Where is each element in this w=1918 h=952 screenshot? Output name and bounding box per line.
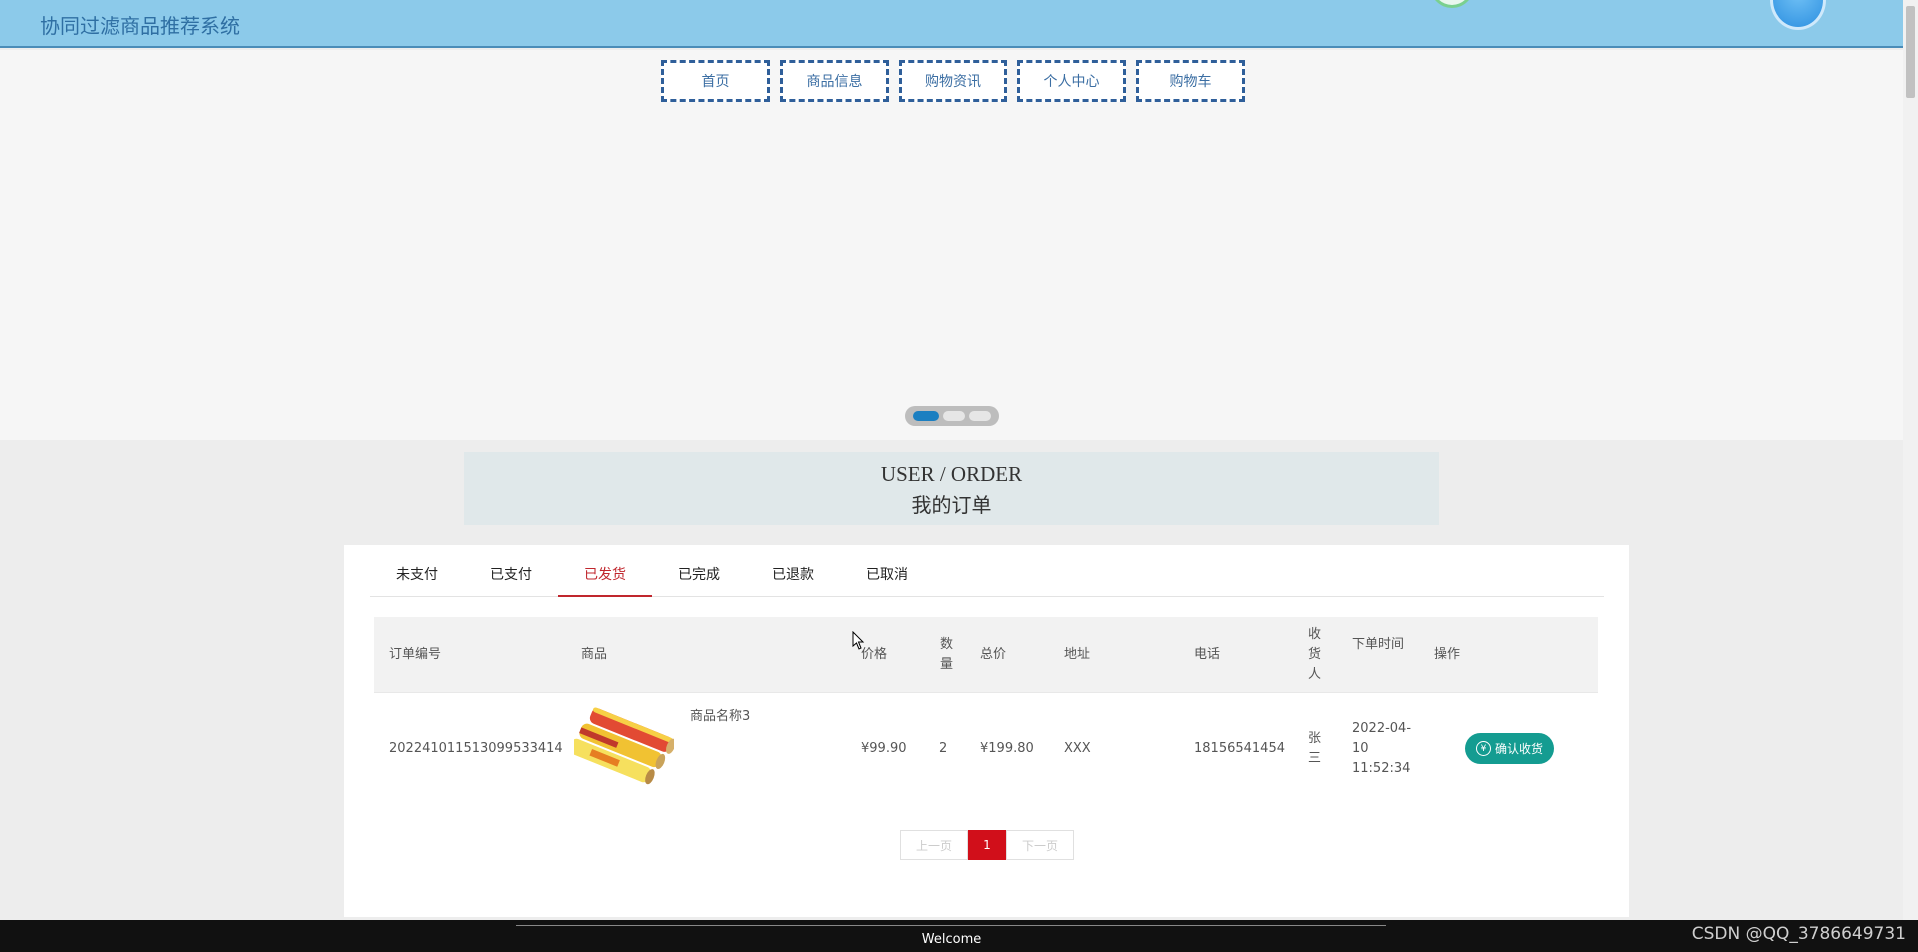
nav-news[interactable]: 购物资讯 bbox=[899, 60, 1007, 102]
total-price: ¥199.80 bbox=[980, 741, 1034, 756]
nav-home[interactable]: 首页 bbox=[661, 60, 770, 102]
carousel-indicators bbox=[905, 406, 999, 426]
footer: Welcome CSDN @QQ_3786649731 bbox=[0, 920, 1918, 952]
nav-personal-center[interactable]: 个人中心 bbox=[1017, 60, 1126, 102]
order-no: 202241011513099533414 bbox=[389, 741, 563, 756]
footer-divider bbox=[516, 925, 1386, 926]
carousel-dot-2[interactable] bbox=[943, 411, 965, 421]
nav-cart[interactable]: 购物车 bbox=[1136, 60, 1245, 102]
product-image[interactable] bbox=[574, 705, 674, 795]
carousel-dot-1[interactable] bbox=[913, 411, 939, 421]
th-product: 商品 bbox=[581, 647, 608, 662]
th-order-no: 订单编号 bbox=[389, 647, 442, 662]
site-title: 协同过滤商品推荐系统 bbox=[40, 14, 240, 38]
th-receiver: 收货人 bbox=[1308, 627, 1322, 682]
tab-paid[interactable]: 已支付 bbox=[464, 545, 558, 597]
order-time: 2022-04-10 11:52:34 bbox=[1352, 721, 1412, 776]
th-qty: 数量 bbox=[940, 637, 954, 672]
user-avatar[interactable] bbox=[1430, 0, 1474, 8]
th-total: 总价 bbox=[980, 647, 1007, 662]
order-status-tabs: 未支付 已支付 已发货 已完成 已退款 已取消 bbox=[370, 545, 1604, 597]
clock-widget: 05:14 bbox=[1770, 0, 1826, 30]
watermark: CSDN @QQ_3786649731 bbox=[1691, 924, 1906, 944]
th-order-time: 下单时间 bbox=[1352, 637, 1405, 652]
tab-shipped[interactable]: 已发货 bbox=[558, 545, 652, 597]
receiver: 张三 bbox=[1308, 731, 1322, 766]
next-page-button[interactable]: 下一页 bbox=[1006, 830, 1074, 860]
confirm-receipt-label: 确认收货 bbox=[1494, 742, 1543, 756]
tab-unpaid[interactable]: 未支付 bbox=[370, 545, 464, 597]
nav-products[interactable]: 商品信息 bbox=[780, 60, 889, 102]
page-scrollbar[interactable] bbox=[1903, 0, 1918, 920]
main-nav: 首页 商品信息 购物资讯 个人中心 购物车 bbox=[661, 60, 1245, 102]
pagination: 上一页 1 下一页 bbox=[900, 830, 1074, 860]
tab-completed[interactable]: 已完成 bbox=[652, 545, 746, 597]
table-header: 订单编号 商品 价格 数量 总价 地址 电话 收货人 下单时间 操作 bbox=[374, 617, 1598, 693]
confirm-receipt-button[interactable]: ¥ 确认收货 bbox=[1465, 733, 1554, 764]
tab-refunded[interactable]: 已退款 bbox=[746, 545, 840, 597]
price: ¥99.90 bbox=[861, 741, 907, 756]
address: XXX bbox=[1064, 741, 1091, 756]
page-heading: USER / ORDER 我的订单 bbox=[464, 452, 1439, 525]
product-name[interactable]: 商品名称3 bbox=[690, 707, 750, 727]
scrollbar-thumb[interactable] bbox=[1906, 6, 1915, 98]
page-heading-cn: 我的订单 bbox=[911, 493, 992, 517]
page-heading-en: USER / ORDER bbox=[880, 462, 1023, 486]
current-page[interactable]: 1 bbox=[968, 830, 1006, 860]
table-row: 202241011513099533414 商品名称3 ¥99.90 2 ¥19… bbox=[374, 693, 1598, 805]
footer-welcome: Welcome bbox=[921, 932, 982, 947]
banner-area: 首页 商品信息 购物资讯 个人中心 购物车 bbox=[0, 50, 1903, 440]
phone: 18156541454 bbox=[1194, 741, 1285, 756]
mouse-cursor-icon bbox=[852, 631, 865, 650]
tab-cancelled[interactable]: 已取消 bbox=[840, 545, 934, 597]
yen-icon: ¥ bbox=[1475, 741, 1491, 756]
th-address: 地址 bbox=[1064, 647, 1091, 662]
th-phone: 电话 bbox=[1194, 647, 1221, 662]
th-action: 操作 bbox=[1434, 647, 1461, 662]
quantity: 2 bbox=[939, 741, 948, 756]
order-panel: 未支付 已支付 已发货 已完成 已退款 已取消 订单编号 商品 价格 数量 总价… bbox=[344, 545, 1629, 917]
prev-page-button[interactable]: 上一页 bbox=[900, 830, 968, 860]
carousel-dot-3[interactable] bbox=[969, 411, 991, 421]
top-header: 协同过滤商品推荐系统 05:14 bbox=[0, 0, 1903, 48]
